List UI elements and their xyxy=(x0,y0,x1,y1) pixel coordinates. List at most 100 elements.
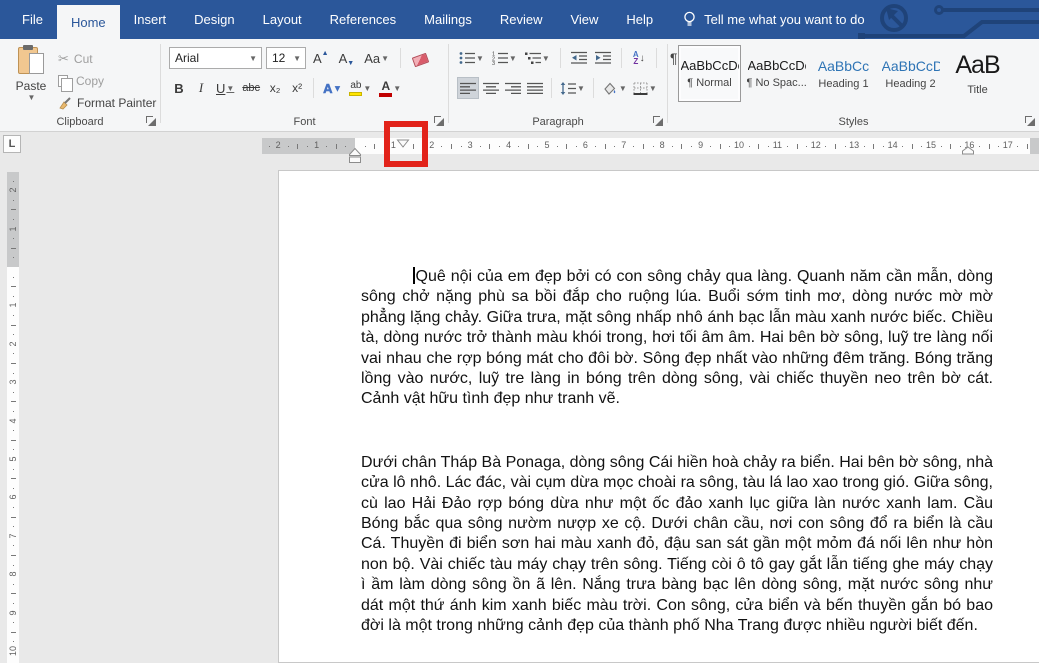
first-line-indent-marker[interactable] xyxy=(396,139,410,148)
document-page[interactable]: Quê nội của em đẹp bởi có con sông chảy … xyxy=(278,170,1039,663)
shading-button[interactable]: ▼ xyxy=(600,77,629,99)
paragraph-1[interactable]: Quê nội của em đẹp bởi có con sông chảy … xyxy=(361,267,993,410)
tab-mailings[interactable]: Mailings xyxy=(410,0,486,39)
ruler-tick xyxy=(652,146,654,147)
scissors-icon: ✂ xyxy=(58,51,69,66)
decrease-indent-button[interactable] xyxy=(569,47,589,69)
increase-indent-button[interactable] xyxy=(593,47,613,69)
ruler-number: 2 xyxy=(8,187,18,193)
hanging-indent-marker[interactable] xyxy=(348,147,362,164)
paragraph-dialog-launcher[interactable] xyxy=(653,116,663,126)
strikethrough-button[interactable]: abc xyxy=(239,77,263,99)
ruler-tick xyxy=(902,146,904,147)
tab-layout[interactable]: Layout xyxy=(249,0,316,39)
copy-icon xyxy=(58,75,73,92)
right-indent-marker[interactable] xyxy=(961,146,975,155)
empty-paragraph[interactable] xyxy=(361,410,993,453)
tab-design[interactable]: Design xyxy=(180,0,248,39)
bullets-button[interactable]: ▼ xyxy=(457,47,486,69)
chevron-down-icon: ▼ xyxy=(393,83,402,93)
ruler-tick xyxy=(13,295,14,297)
sort-button[interactable]: AZ ↓ xyxy=(630,47,648,69)
tab-review[interactable]: Review xyxy=(486,0,557,39)
down-caret-icon: ▼ xyxy=(347,59,355,67)
font-size-combobox[interactable]: 12 ▼ xyxy=(266,47,306,69)
align-center-button[interactable] xyxy=(481,77,501,99)
tab-references[interactable]: References xyxy=(316,0,410,39)
chevron-down-icon: ▼ xyxy=(363,83,372,93)
align-left-button[interactable] xyxy=(457,77,479,99)
ruler-number: 9 xyxy=(8,610,18,616)
change-case-button[interactable]: Aa ▼ xyxy=(361,47,392,69)
ruler-tick xyxy=(326,146,328,147)
paste-button[interactable]: Paste ▼ xyxy=(8,45,54,121)
justify-icon xyxy=(527,82,543,94)
style-card-no-spacing[interactable]: AaBbCcDc ¶ No Spac... xyxy=(745,45,808,102)
line-spacing-button[interactable]: ▼ xyxy=(558,77,587,99)
ruler-number: 13 xyxy=(849,140,860,150)
font-color-button[interactable]: A ▼ xyxy=(376,77,404,99)
ribbon: Paste ▼ ✂ Cut Copy Format Painter Clipbo… xyxy=(0,39,1039,132)
ruler-number: 4 xyxy=(506,140,512,150)
vertical-ruler[interactable]: 1 2 3 4 5 6 7 8 9 10 1 2 xyxy=(7,172,19,663)
shrink-font-button[interactable]: A ▼ xyxy=(336,47,358,69)
ruler-tick xyxy=(911,144,913,149)
divider xyxy=(620,48,622,68)
style-card-heading-1[interactable]: AaBbCc Heading 1 xyxy=(812,45,875,102)
tab-help[interactable]: Help xyxy=(612,0,667,39)
bold-button[interactable]: B xyxy=(169,77,189,99)
clear-formatting-button[interactable] xyxy=(409,47,431,69)
ruler-tick xyxy=(710,146,712,147)
style-card-heading-2[interactable]: AaBbCcD Heading 2 xyxy=(879,45,942,102)
cut-button[interactable]: ✂ Cut xyxy=(58,48,156,70)
highlight-color-button[interactable]: ab ▼ xyxy=(346,77,374,99)
ruler-tick xyxy=(1027,144,1028,149)
tab-stop-selector[interactable]: L xyxy=(3,135,21,153)
numbering-button[interactable]: 123 ▼ xyxy=(490,47,519,69)
paragraph-2[interactable]: Dưới chân Tháp Bà Ponaga, dòng sông Cái … xyxy=(361,453,993,637)
paragraph-1-text: Quê nội của em đẹp bởi có con sông chảy … xyxy=(361,268,993,408)
chevron-down-icon: ▼ xyxy=(226,83,235,93)
clipboard-dialog-launcher[interactable] xyxy=(146,116,156,126)
tab-insert[interactable]: Insert xyxy=(120,0,181,39)
svg-text:3: 3 xyxy=(492,61,495,65)
copy-label: Copy xyxy=(76,74,105,88)
font-dialog-launcher[interactable] xyxy=(434,116,444,126)
multilevel-list-button[interactable]: ▼ xyxy=(523,47,552,69)
clipboard-group: Paste ▼ ✂ Cut Copy Format Painter Clipbo… xyxy=(0,39,160,131)
superscript-button[interactable]: x² xyxy=(287,77,307,99)
italic-button[interactable]: I xyxy=(191,77,211,99)
horizontal-ruler[interactable]: 1 2 3 4 5 6 7 8 9 10 11 12 13 14 15 16 17 1 2 xyxy=(262,138,1039,163)
ruler-number: 6 xyxy=(582,140,588,150)
highlighter-icon: ab xyxy=(349,80,363,96)
style-card-normal[interactable]: AaBbCcDc ¶ Normal xyxy=(678,45,741,102)
copy-button[interactable]: Copy xyxy=(58,70,156,92)
ruler-tick xyxy=(13,487,14,489)
tab-home[interactable]: Home xyxy=(56,5,120,39)
font-name-combobox[interactable]: Arial ▼ xyxy=(169,47,262,69)
tell-me-search[interactable]: Tell me what you want to do xyxy=(683,0,865,39)
styles-dialog-launcher[interactable] xyxy=(1025,116,1035,126)
underline-button[interactable]: U ▼ xyxy=(213,77,237,99)
ruler-right-margin xyxy=(1030,138,1039,154)
borders-button[interactable]: ▼ xyxy=(631,77,659,99)
text-effects-button[interactable]: A ▼ xyxy=(320,77,344,99)
numbered-list-icon: 123 xyxy=(492,52,508,65)
justify-button[interactable] xyxy=(525,77,545,99)
tab-file[interactable]: File xyxy=(8,0,57,39)
tab-view[interactable]: View xyxy=(556,0,612,39)
subscript-button[interactable]: x₂ xyxy=(265,77,285,99)
ruler-tick xyxy=(13,449,14,451)
grow-font-button[interactable]: A ▲ xyxy=(310,47,332,69)
ruler-tick xyxy=(383,146,385,147)
align-right-button[interactable] xyxy=(503,77,523,99)
ruler-tick xyxy=(11,324,16,326)
ruler-tick xyxy=(374,144,376,149)
style-card-title[interactable]: AaB Title xyxy=(946,45,1009,102)
ruler-tick xyxy=(614,146,616,147)
ruler-tick xyxy=(13,257,14,259)
ruler-tick xyxy=(537,146,539,147)
ruler-tick xyxy=(11,555,16,556)
format-painter-button[interactable]: Format Painter xyxy=(58,92,156,114)
left-indent-marker xyxy=(349,156,361,163)
